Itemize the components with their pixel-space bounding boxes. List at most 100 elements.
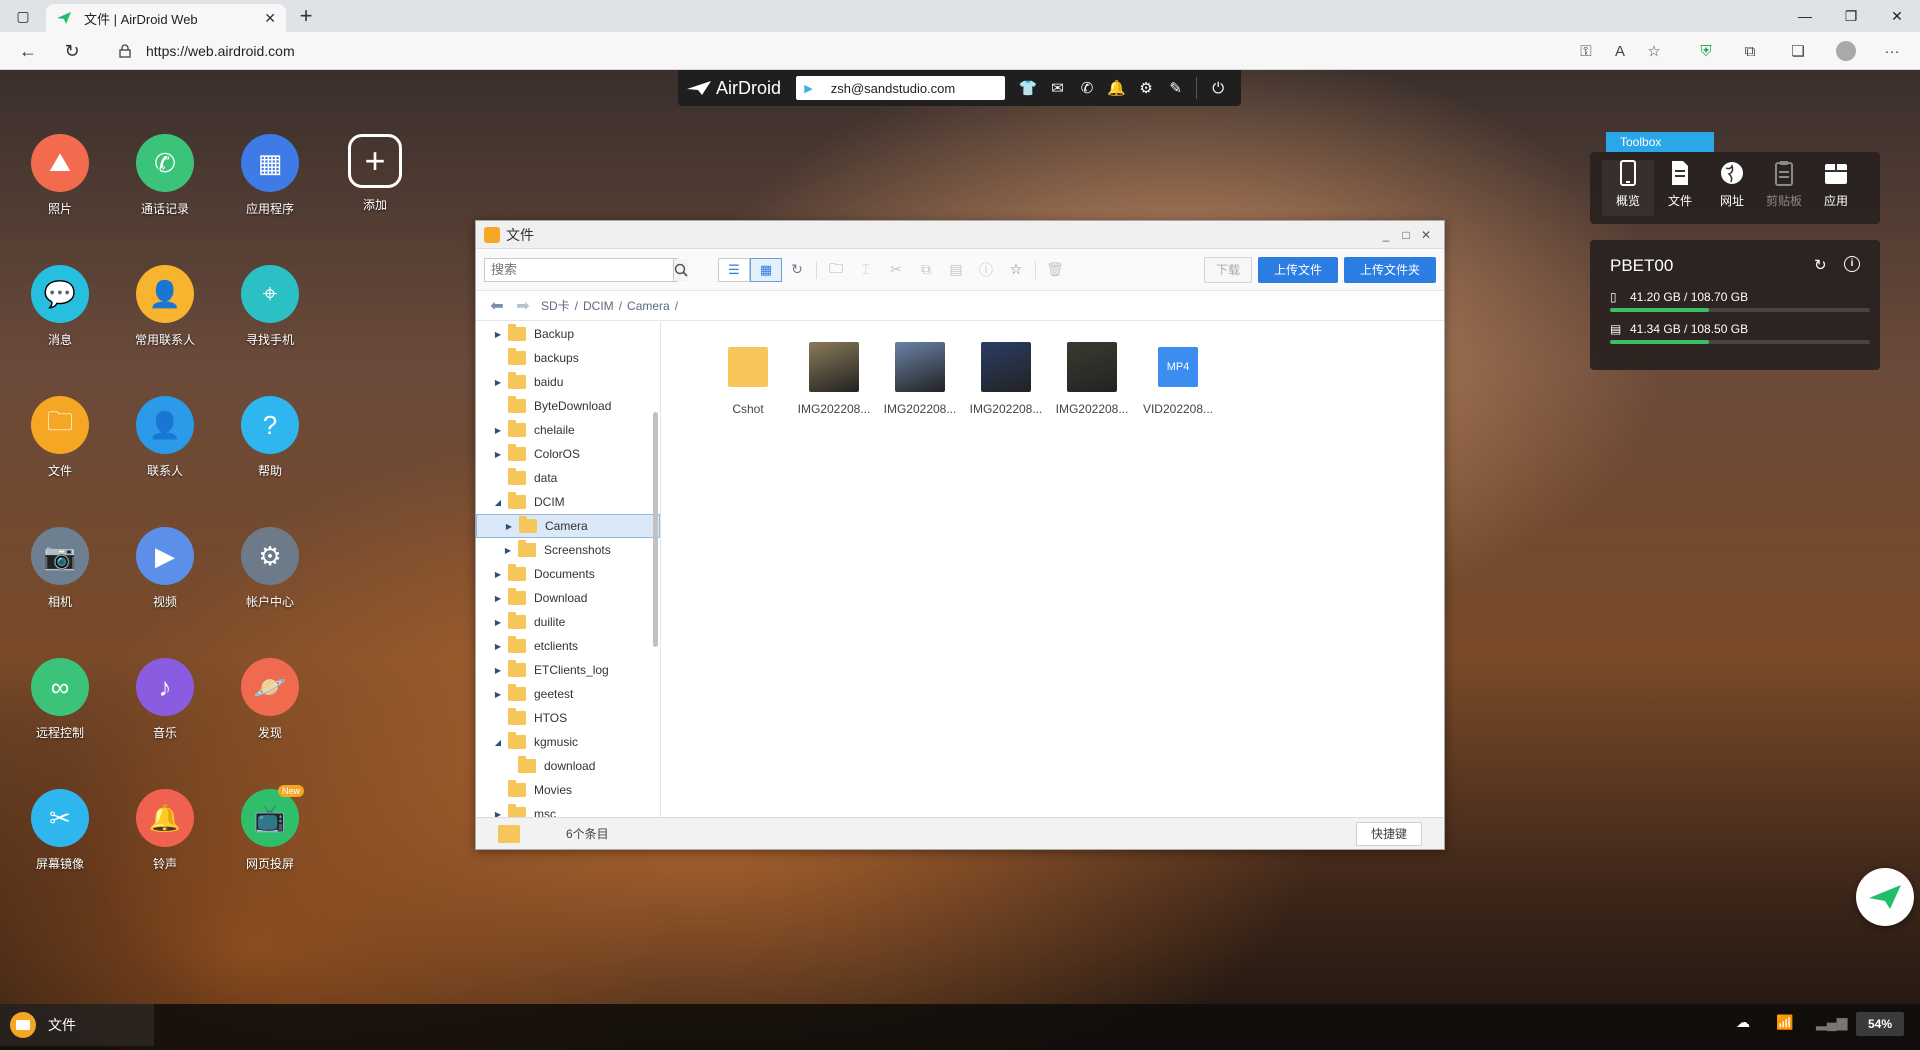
tree-node[interactable]: ▶ duilite — [476, 610, 660, 634]
tree-node[interactable]: ▶ chelaile — [476, 418, 660, 442]
settings-gear-icon[interactable]: ⚙ — [1131, 74, 1161, 102]
tree-node[interactable]: Movies — [476, 778, 660, 802]
copy-icon[interactable]: ⧉ — [911, 258, 941, 282]
call-icon[interactable]: ✆ — [1072, 74, 1102, 102]
tree-node[interactable]: ▶ ColorOS — [476, 442, 660, 466]
tree-node[interactable]: HTOS — [476, 706, 660, 730]
tree-node[interactable]: ▶ ETClients_log — [476, 658, 660, 682]
expand-closed-icon[interactable]: ▶ — [492, 690, 504, 699]
tree-node[interactable]: ▶ Screenshots — [476, 538, 660, 562]
list-view-icon[interactable]: ☰ — [718, 257, 750, 282]
more-menu-icon[interactable]: ··· — [1880, 40, 1904, 62]
tab-actions-icon[interactable]: ▢ — [0, 0, 46, 32]
extension-shield-icon[interactable]: ⛨ — [1694, 40, 1718, 62]
window-close-icon[interactable]: ✕ — [1416, 228, 1436, 242]
expand-closed-icon[interactable]: ▶ — [492, 570, 504, 579]
file-item[interactable]: IMG202208... — [791, 342, 877, 416]
mail-icon[interactable]: ✉ — [1043, 74, 1073, 102]
expand-closed-icon[interactable]: ▶ — [503, 522, 515, 531]
favorite-icon[interactable]: ☆ — [1001, 258, 1031, 282]
path-forward-icon[interactable]: ➡ — [510, 296, 536, 316]
refresh-icon[interactable]: ↻ — [782, 258, 812, 282]
back-icon[interactable]: ← — [14, 38, 42, 64]
tree-node[interactable]: backups — [476, 346, 660, 370]
desktop-app[interactable]: 🗀 文件 — [8, 396, 112, 479]
expand-closed-icon[interactable]: ▶ — [502, 546, 514, 555]
profile-avatar[interactable] — [1834, 40, 1858, 62]
file-item[interactable]: Cshot — [705, 342, 791, 416]
minimize-icon[interactable]: — — [1782, 0, 1828, 32]
search-input[interactable] — [485, 258, 673, 281]
expand-closed-icon[interactable]: ▶ — [492, 642, 504, 651]
power-icon[interactable]: ⏻ — [1203, 74, 1233, 102]
expand-closed-icon[interactable]: ▶ — [492, 618, 504, 627]
expand-closed-icon[interactable]: ▶ — [492, 426, 504, 435]
window-close-icon[interactable]: ✕ — [1874, 0, 1920, 32]
rename-icon[interactable]: ⌶ — [851, 258, 881, 282]
tree-node[interactable]: ▶ etclients — [476, 634, 660, 658]
tree-node[interactable]: ◢ DCIM — [476, 490, 660, 514]
account-field[interactable]: ▶ zsh@sandstudio.com — [796, 76, 1006, 100]
expand-closed-icon[interactable]: ▶ — [492, 666, 504, 675]
upload-file-button[interactable]: 上传文件 — [1257, 256, 1338, 283]
desktop-app[interactable]: 📺 New 网页投屏 — [218, 785, 322, 872]
desktop-app[interactable]: ▦ 应用程序 — [218, 134, 322, 217]
desktop-app[interactable]: ▶ 视频 — [113, 527, 217, 610]
favorite-star-icon[interactable]: ☆ — [1642, 40, 1666, 62]
toolbox-files[interactable]: 文件 — [1654, 160, 1706, 216]
tree-node[interactable]: ▶ geetest — [476, 682, 660, 706]
shirt-icon[interactable]: 👕 — [1013, 74, 1043, 102]
tree-node[interactable]: ▶ Documents — [476, 562, 660, 586]
refresh-icon[interactable]: ↻ — [58, 38, 86, 64]
airdroid-float-button[interactable] — [1856, 868, 1914, 926]
tree-node[interactable]: data — [476, 466, 660, 490]
toolbox-url[interactable]: 网址 — [1706, 160, 1758, 216]
tree-node[interactable]: ▶ Download — [476, 586, 660, 610]
url-field[interactable]: https://web.airdroid.com — [112, 36, 1652, 66]
tree-node[interactable]: download — [476, 754, 660, 778]
desktop-app[interactable]: ✆ 通话记录 — [113, 134, 217, 217]
path-back-icon[interactable]: ⬅ — [484, 296, 510, 316]
read-aloud-icon[interactable]: A — [1608, 40, 1632, 62]
desktop-app[interactable]: 💬 消息 — [8, 265, 112, 348]
cut-icon[interactable]: ✂ — [881, 258, 911, 282]
tree-node[interactable]: ▶ baidu — [476, 370, 660, 394]
toolbox-overview[interactable]: 概览 — [1602, 160, 1654, 216]
restore-icon[interactable]: ❐ — [1828, 0, 1874, 32]
desktop-app[interactable]: 👤 常用联系人 — [113, 265, 217, 348]
info-icon[interactable]: ⓘ — [971, 258, 1001, 282]
notification-bell-icon[interactable]: 🔔 — [1102, 74, 1132, 102]
tree-node[interactable]: ByteDownload — [476, 394, 660, 418]
expand-closed-icon[interactable]: ▶ — [492, 450, 504, 459]
files-window-titlebar[interactable]: 文件 _ □ ✕ — [476, 221, 1444, 249]
file-item[interactable]: MP4 VID202208... — [1135, 342, 1221, 416]
desktop-app[interactable]: 👤 联系人 — [113, 396, 217, 479]
breadcrumb-dcim[interactable]: DCIM — [583, 299, 614, 313]
desktop-app[interactable]: ✂ 屏幕镜像 — [8, 789, 112, 872]
window-maximize-icon[interactable]: □ — [1396, 228, 1416, 242]
desktop-app[interactable]: ⚙ 帐户中心 — [218, 527, 322, 610]
shortcut-button[interactable]: 快捷键 — [1355, 821, 1422, 846]
expand-open-icon[interactable]: ◢ — [492, 738, 504, 747]
edit-pen-icon[interactable]: ✎ — [1161, 74, 1191, 102]
file-item[interactable]: IMG202208... — [877, 342, 963, 416]
desktop-app[interactable]: ∞ 远程控制 — [8, 658, 112, 741]
new-folder-icon[interactable]: 🗀 — [821, 258, 851, 282]
desktop-app[interactable]: 🪐 发现 — [218, 658, 322, 741]
toolbox-clipboard[interactable]: 剪贴板 — [1758, 160, 1810, 216]
tree-node[interactable]: ▶ Backup — [476, 322, 660, 346]
desktop-app[interactable]: ♪ 音乐 — [113, 658, 217, 741]
desktop-app[interactable]: ⌖ 寻找手机 — [218, 265, 322, 348]
search-icon[interactable] — [673, 258, 688, 281]
upload-folder-button[interactable]: 上传文件夹 — [1343, 256, 1436, 283]
tree-scrollbar[interactable] — [653, 412, 658, 647]
grid-view-icon[interactable]: ▦ — [750, 257, 782, 282]
desktop-app[interactable]: 🔔 铃声 — [113, 789, 217, 872]
collections-icon[interactable]: ❏ — [1786, 40, 1810, 62]
file-item[interactable]: IMG202208... — [1049, 342, 1135, 416]
browser-tab[interactable]: 文件 | AirDroid Web ✕ — [46, 4, 286, 32]
tree-node[interactable]: ◢ kgmusic — [476, 730, 660, 754]
tab-close-icon[interactable]: ✕ — [264, 10, 276, 27]
tree-node[interactable]: ▶ Camera — [476, 514, 660, 538]
desktop-app[interactable]: + 添加 — [323, 134, 427, 213]
